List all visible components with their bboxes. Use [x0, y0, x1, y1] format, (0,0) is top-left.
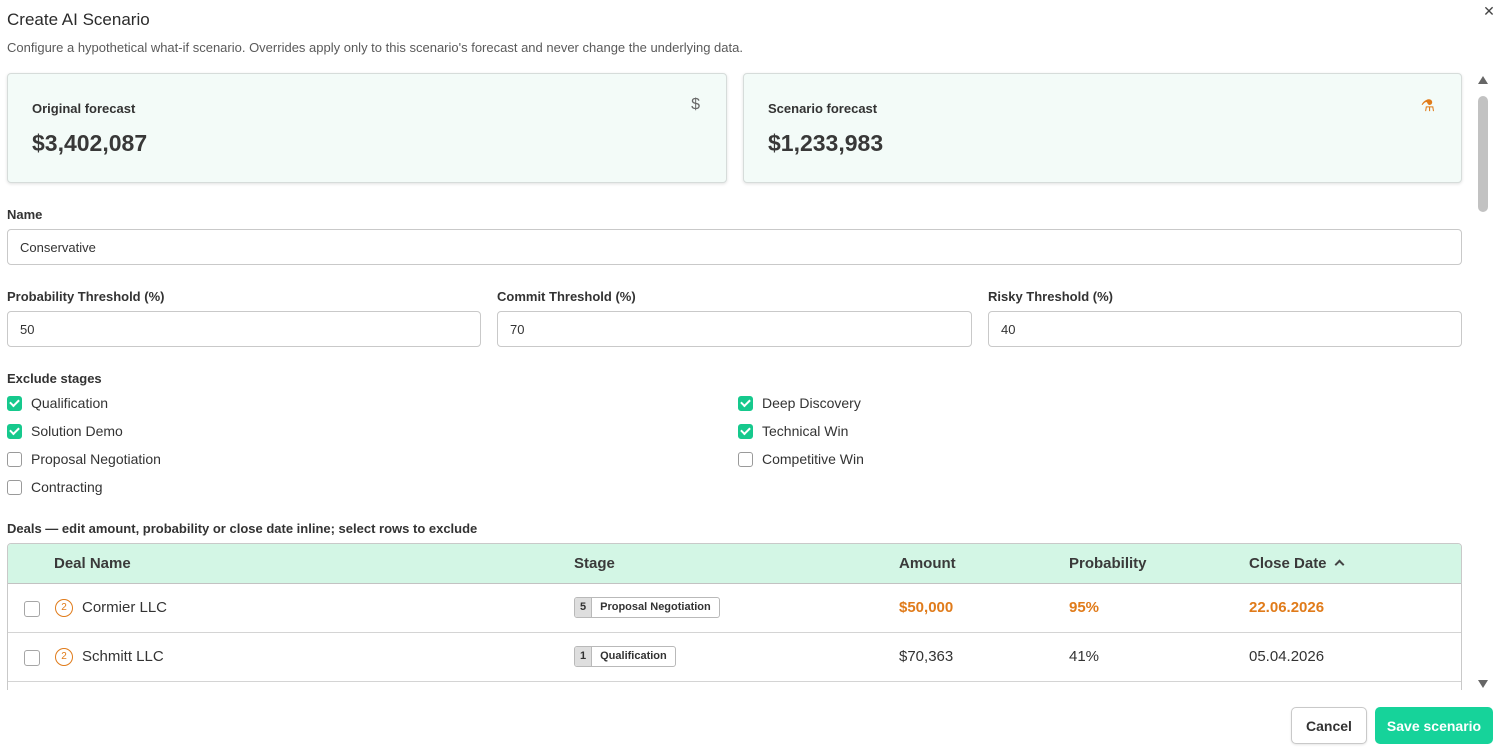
stage-number: 1 [575, 647, 593, 666]
column-stage[interactable]: Stage [574, 555, 615, 572]
deal-probability[interactable]: 41% [1069, 648, 1099, 665]
stage-checkbox-solution-demo[interactable]: Solution Demo [7, 423, 123, 439]
stage-checkbox-proposal-negotiation[interactable]: Proposal Negotiation [7, 451, 161, 467]
deal-name: Cormier LLC [82, 599, 168, 616]
name-label: Name [7, 207, 43, 222]
checkbox-label: Proposal Negotiation [31, 451, 161, 467]
checkbox-label: Qualification [31, 395, 109, 411]
dialog-subtitle: Configure a hypothetical what-if scenari… [7, 40, 743, 55]
stage-checkbox-deep-discovery[interactable]: Deep Discovery [738, 395, 861, 411]
checkbox-label: Deep Discovery [762, 395, 861, 411]
column-close-date[interactable]: Close Date [1249, 555, 1344, 572]
scenario-forecast-card: Scenario forecast $1,233,983 ⚗ [743, 73, 1462, 183]
save-scenario-button[interactable]: Save scenario [1375, 707, 1493, 744]
stage-name: Proposal Negotiation [600, 601, 711, 613]
checkbox[interactable] [738, 451, 753, 467]
dialog-footer: Cancel Save scenario [0, 690, 1502, 750]
dialog-content[interactable]: Original forecast $3,402,087 $ Scenario … [0, 64, 1474, 690]
deal-probability[interactable]: 95% [1069, 599, 1099, 616]
stage-checkbox-competitive-win[interactable]: Competitive Win [738, 451, 864, 467]
checkbox-label: Solution Demo [31, 423, 123, 439]
original-forecast-label: Original forecast [32, 101, 136, 116]
cancel-button[interactable]: Cancel [1291, 707, 1367, 744]
checkbox[interactable] [7, 451, 22, 467]
original-forecast-card: Original forecast $3,402,087 $ [7, 73, 727, 183]
column-amount[interactable]: Amount [899, 555, 956, 572]
column-close-date-label: Close Date [1249, 555, 1327, 572]
sort-ascending-icon[interactable] [1334, 559, 1344, 570]
exclude-stages-label: Exclude stages [7, 371, 102, 386]
scenario-forecast-label: Scenario forecast [768, 101, 878, 116]
checkbox[interactable] [7, 395, 22, 411]
checkbox[interactable] [7, 479, 22, 495]
priority-badge: 2 [55, 648, 73, 666]
stage-checkbox-contracting[interactable]: Contracting [7, 479, 103, 495]
checkbox[interactable] [738, 395, 753, 411]
probability-threshold-label: Probability Threshold (%) [7, 289, 165, 304]
priority-badge: 2 [55, 599, 73, 617]
stage-badge: 5 Proposal Negotiation [574, 597, 720, 618]
checkbox[interactable] [738, 423, 753, 439]
vertical-scrollbar[interactable] [1476, 76, 1490, 688]
table-row[interactable]: 2 Schmitt LLC 1 Qualification $70,363 41… [8, 633, 1461, 682]
row-select-checkbox[interactable] [24, 650, 40, 666]
row-select-checkbox[interactable] [24, 601, 40, 617]
deals-table: Deal Name Stage Amount Probability Close… [7, 543, 1462, 690]
commit-threshold-label: Commit Threshold (%) [497, 289, 636, 304]
scroll-down-icon[interactable] [1478, 680, 1488, 688]
stage-badge: 1 Qualification [574, 646, 676, 667]
checkbox-label: Technical Win [762, 423, 849, 439]
checkbox[interactable] [7, 423, 22, 439]
probability-threshold-input[interactable] [7, 311, 481, 347]
name-input[interactable] [7, 229, 1462, 265]
deal-amount[interactable]: $70,363 [899, 648, 953, 665]
deals-label: Deals — edit amount, probability or clos… [7, 521, 478, 536]
deal-amount[interactable]: $50,000 [899, 599, 953, 616]
risky-threshold-label: Risky Threshold (%) [988, 289, 1113, 304]
deal-close-date[interactable]: 05.04.2026 [1249, 648, 1324, 665]
deal-close-date[interactable]: 22.06.2026 [1249, 599, 1324, 616]
column-probability[interactable]: Probability [1069, 555, 1147, 572]
checkbox-label: Competitive Win [762, 451, 864, 467]
dialog-title: Create AI Scenario [7, 10, 150, 29]
table-row[interactable]: 2 Cormier LLC 5 Proposal Negotiation $50… [8, 584, 1461, 633]
deal-name: Schmitt LLC [82, 648, 164, 665]
stage-checkbox-qualification[interactable]: Qualification [7, 395, 108, 411]
scenario-forecast-value: $1,233,983 [768, 130, 884, 156]
commit-threshold-input[interactable] [497, 311, 972, 347]
close-icon[interactable]: ✕ [1480, 2, 1498, 20]
original-forecast-value: $3,402,087 [32, 130, 148, 156]
stage-number: 5 [575, 598, 593, 617]
dollar-icon: $ [691, 96, 700, 113]
stage-name: Qualification [600, 650, 667, 662]
scroll-up-icon[interactable] [1478, 76, 1488, 84]
scrollbar-thumb[interactable] [1478, 96, 1488, 212]
flask-icon: ⚗ [1420, 98, 1435, 115]
table-header: Deal Name Stage Amount Probability Close… [8, 544, 1461, 584]
checkbox-label: Contracting [31, 479, 103, 495]
column-deal-name[interactable]: Deal Name [54, 555, 131, 572]
stage-checkbox-technical-win[interactable]: Technical Win [738, 423, 848, 439]
risky-threshold-input[interactable] [988, 311, 1462, 347]
